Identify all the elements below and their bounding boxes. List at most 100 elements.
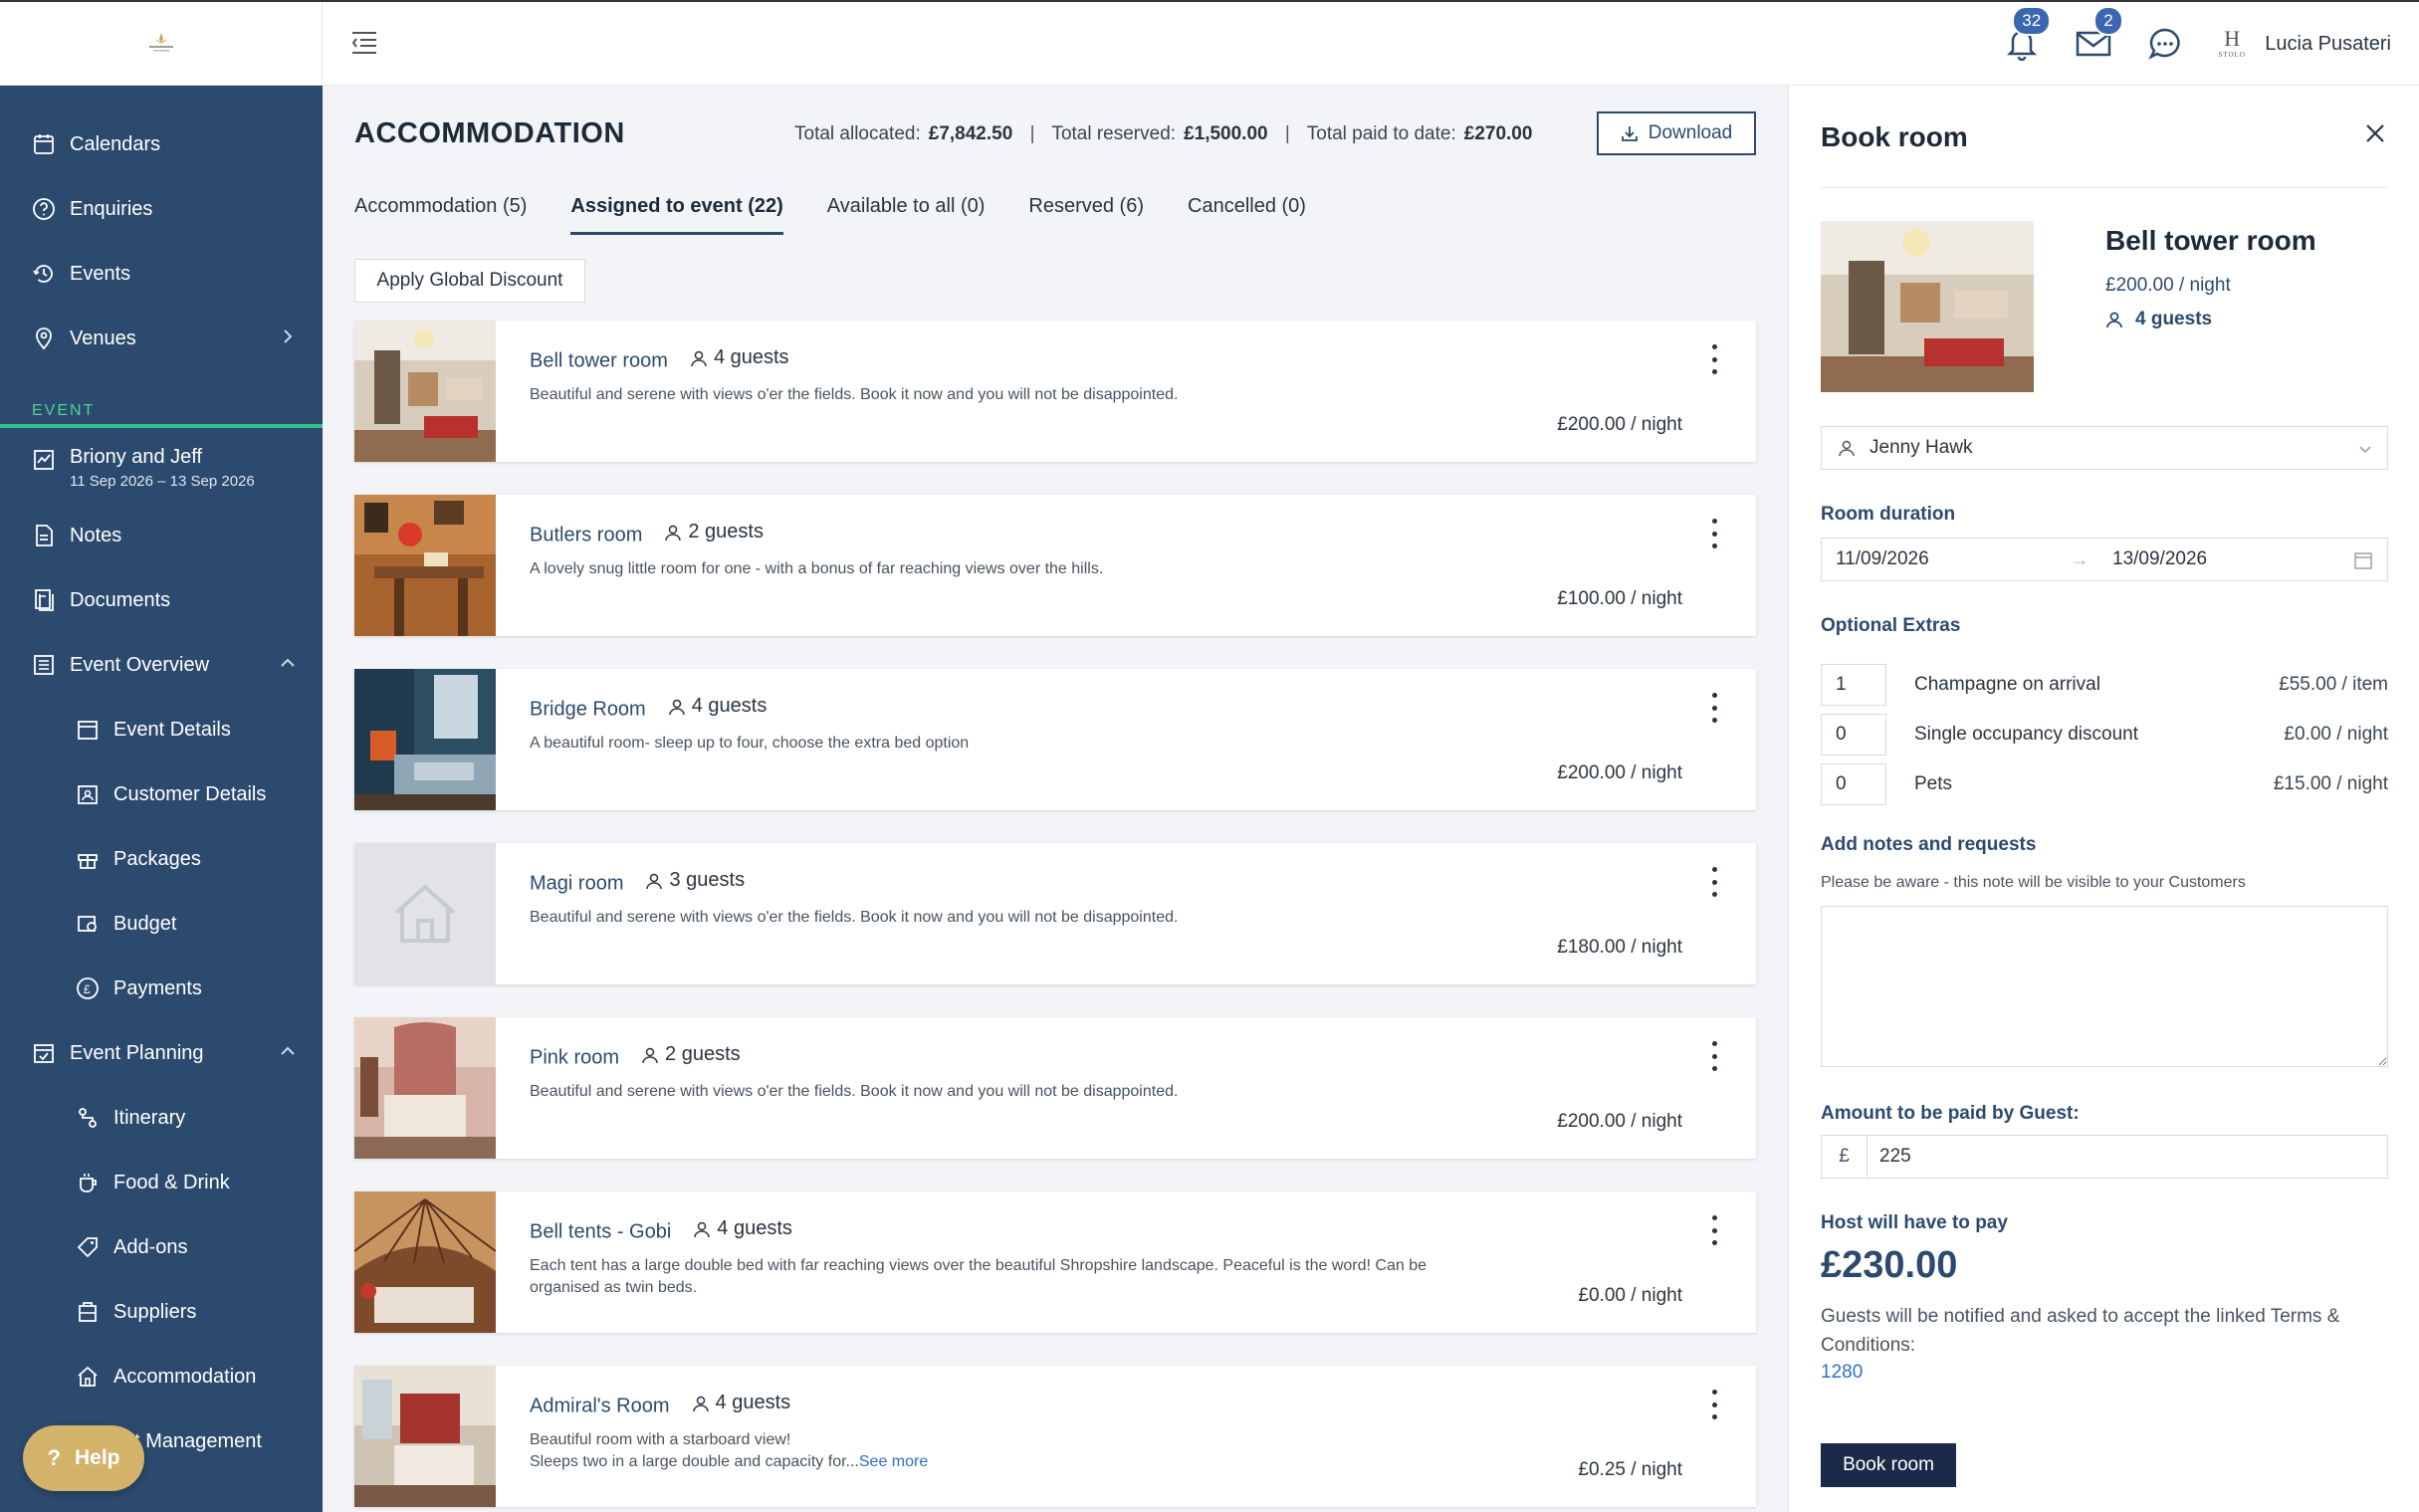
room-description: A beautiful room- sleep up to four, choo… xyxy=(530,735,970,752)
date-to-input[interactable] xyxy=(2098,548,2337,570)
more-options-icon[interactable] xyxy=(1708,1390,1720,1419)
logo[interactable] xyxy=(0,2,323,86)
selected-room-name: Bell tower room xyxy=(2105,225,2316,256)
sidebar-item-enquiries[interactable]: Enquiries xyxy=(0,184,323,234)
sidebar-item-event-planning[interactable]: Event Planning xyxy=(0,1028,323,1078)
room-name[interactable]: Bell tents - Gobi 4 guests xyxy=(530,1217,792,1244)
sidebar-current-event[interactable]: Briony and Jeff 11 Sep 2026 – 13 Sep 202… xyxy=(0,438,323,508)
room-description: Beautiful and serene with views o'er the… xyxy=(530,386,1179,403)
sidebar: Calendars Enquiries Events Venues EVENT … xyxy=(0,86,323,1512)
user-menu[interactable]: H STOLO Lucia Pusateri xyxy=(2217,27,2391,61)
room-card[interactable]: Butlers room 2 guests A lovely snug littl… xyxy=(354,495,1756,636)
total-paid-label: Total paid to date: xyxy=(1306,123,1456,144)
extra-quantity-input[interactable] xyxy=(1821,714,1886,756)
sidebar-item-notes[interactable]: Notes xyxy=(0,511,323,560)
room-card[interactable]: Admiral's Room 4 guests Beautiful room wi… xyxy=(354,1366,1756,1507)
person-icon xyxy=(691,350,707,366)
room-card[interactable]: Bell tower room 4 guests Beautiful and se… xyxy=(354,321,1756,462)
more-options-icon[interactable] xyxy=(1708,344,1720,374)
room-list: Bell tower room 4 guests Beautiful and se… xyxy=(354,321,1756,1512)
notes-icon xyxy=(30,522,58,549)
extra-price: £15.00 / night xyxy=(2273,773,2388,794)
room-description: Beautiful and serene with views o'er the… xyxy=(530,909,1179,926)
box-icon xyxy=(74,1298,102,1326)
room-name[interactable]: Bridge Room 4 guests xyxy=(530,695,767,722)
tab-reserved[interactable]: Reserved (6) xyxy=(1028,195,1144,235)
room-card[interactable]: Bell tents - Gobi 4 guests Each tent has … xyxy=(354,1191,1756,1333)
calendar-icon[interactable] xyxy=(2353,550,2373,570)
room-card[interactable]: Pink room 2 guests Beautiful and serene w… xyxy=(354,1017,1756,1159)
person-icon xyxy=(668,699,685,715)
sidebar-item-documents[interactable]: Documents xyxy=(0,575,323,625)
date-from-input[interactable] xyxy=(1822,548,2061,570)
room-name[interactable]: Admiral's Room 4 guests xyxy=(530,1392,790,1418)
see-more-link[interactable]: See more xyxy=(859,1453,928,1470)
extra-quantity-input[interactable] xyxy=(1821,763,1886,805)
room-description: Each tent has a large double bed with fa… xyxy=(530,1257,1427,1296)
sidebar-item-label: Notes xyxy=(70,524,122,546)
more-options-icon[interactable] xyxy=(1708,867,1720,897)
sidebar-item-customer-details[interactable]: Customer Details xyxy=(0,769,323,819)
total-reserved-label: Total reserved: xyxy=(1051,123,1177,144)
sidebar-item-packages[interactable]: Packages xyxy=(0,834,323,884)
more-options-icon[interactable] xyxy=(1708,1041,1720,1071)
extra-quantity-input[interactable] xyxy=(1821,664,1886,706)
room-price: £200.00 / night xyxy=(1557,762,1682,783)
sidebar-item-event-overview[interactable]: Event Overview xyxy=(0,640,323,690)
room-duration-range: → xyxy=(1821,538,2388,581)
help-button[interactable]: ? Help xyxy=(23,1425,144,1491)
room-name[interactable]: Butlers room 2 guests xyxy=(530,521,764,547)
sidebar-item-suppliers[interactable]: Suppliers xyxy=(0,1287,323,1337)
tab-available-to-all[interactable]: Available to all (0) xyxy=(827,195,986,235)
messages-button[interactable]: 2 xyxy=(2074,6,2123,64)
selected-room-price: £200.00 / night xyxy=(2105,275,2231,296)
event-name: Briony and Jeff xyxy=(70,446,203,468)
close-icon[interactable] xyxy=(2363,121,2387,145)
sidebar-item-add-ons[interactable]: Add-ons xyxy=(0,1222,323,1272)
room-card[interactable]: Magi room 3 guests Beautiful and serene w… xyxy=(354,843,1756,984)
sidebar-item-payments[interactable]: £ Payments xyxy=(0,964,323,1013)
total-allocated-value: £7,842.50 xyxy=(928,123,1013,144)
sidebar-item-events[interactable]: Events xyxy=(0,249,323,299)
person-icon xyxy=(694,1221,711,1237)
sidebar-item-calendars[interactable]: Calendars xyxy=(0,119,323,169)
sidebar-item-label: Add-ons xyxy=(113,1235,188,1258)
amount-input[interactable] xyxy=(1868,1137,2387,1177)
tab-assigned-to-event[interactable]: Assigned to event (22) xyxy=(570,195,783,235)
room-name[interactable]: Magi room 3 guests xyxy=(530,869,745,896)
book-room-button[interactable]: Book room xyxy=(1821,1443,1956,1487)
sidebar-item-label: Food & Drink xyxy=(113,1171,230,1193)
tab-accommodation[interactable]: Accommodation (5) xyxy=(354,195,527,235)
room-description-line: Beautiful room with a starboard view! xyxy=(530,1431,791,1448)
budget-icon xyxy=(74,910,102,938)
menu-toggle-icon[interactable] xyxy=(350,30,378,56)
sidebar-item-event-details[interactable]: Event Details xyxy=(0,705,323,755)
person-icon xyxy=(642,1047,658,1063)
sidebar-item-label: Documents xyxy=(70,588,171,611)
sidebar-item-budget[interactable]: Budget xyxy=(0,899,323,949)
chat-button[interactable] xyxy=(2145,24,2185,64)
sidebar-item-accommodation[interactable]: Accommodation xyxy=(0,1352,323,1402)
apply-global-discount-button[interactable]: Apply Global Discount xyxy=(354,259,585,303)
more-options-icon[interactable] xyxy=(1708,1215,1720,1245)
sidebar-item-food-drink[interactable]: Food & Drink xyxy=(0,1158,323,1207)
room-name[interactable]: Bell tower room 4 guests xyxy=(530,346,789,373)
svg-text:£: £ xyxy=(84,982,91,996)
room-card[interactable]: Bridge Room 4 guests A beautiful room- sl… xyxy=(354,669,1756,810)
sidebar-item-venues[interactable]: Venues xyxy=(0,314,323,363)
sidebar-item-itinerary[interactable]: Itinerary xyxy=(0,1093,323,1143)
notifications-button[interactable]: 32 xyxy=(2002,6,2052,64)
more-options-icon[interactable] xyxy=(1708,519,1720,548)
room-name[interactable]: Pink room 2 guests xyxy=(530,1043,741,1070)
extra-price: £0.00 / night xyxy=(2284,724,2388,745)
more-options-icon[interactable] xyxy=(1708,693,1720,723)
notes-textarea[interactable] xyxy=(1821,906,2388,1067)
currency-symbol: £ xyxy=(1822,1136,1868,1178)
tab-cancelled[interactable]: Cancelled (0) xyxy=(1188,195,1306,235)
download-button[interactable]: Download xyxy=(1597,111,1756,155)
room-duration-label: Room duration xyxy=(1821,504,1956,525)
main-content: ACCOMMODATION Total allocated: £7,842.50 … xyxy=(323,86,1788,1512)
guest-select[interactable]: Jenny Hawk xyxy=(1821,426,2388,470)
selected-room-guests: 4 guests xyxy=(2105,309,2212,330)
terms-link[interactable]: 1280 xyxy=(1821,1362,1863,1384)
